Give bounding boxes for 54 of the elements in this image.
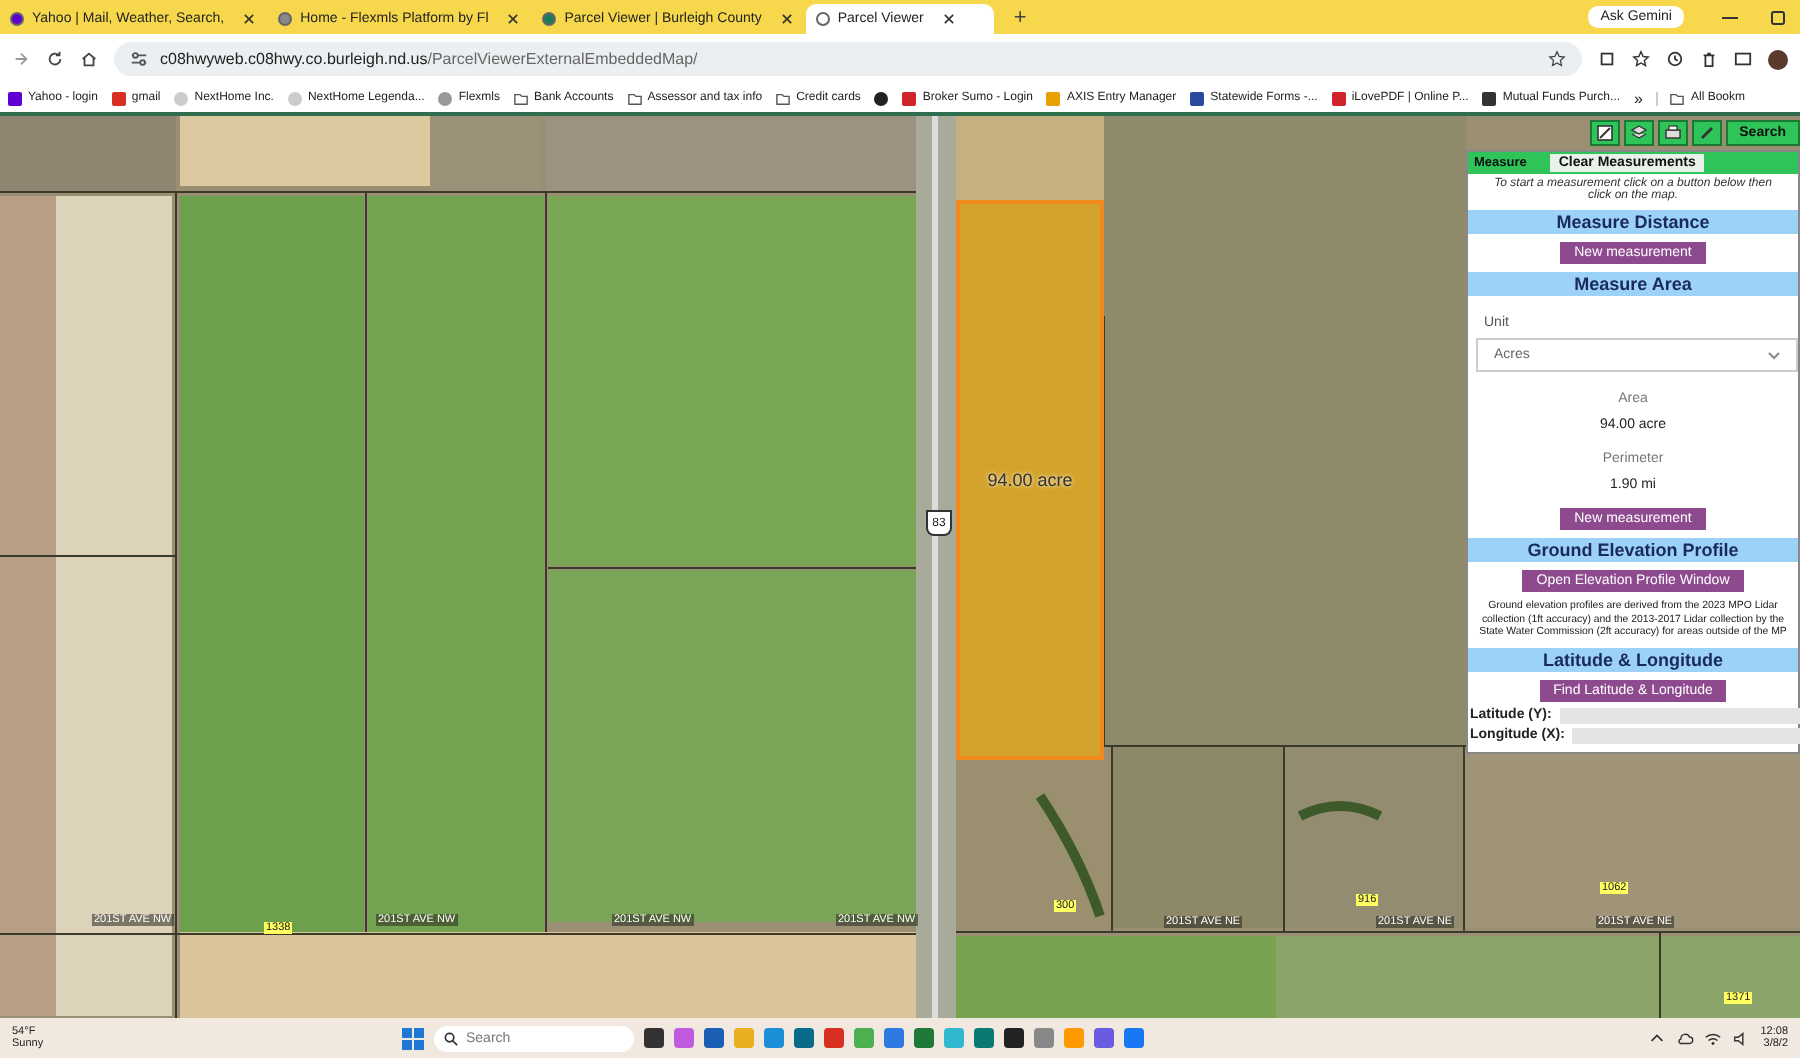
site-icon bbox=[1482, 91, 1497, 105]
star-icon[interactable] bbox=[1548, 50, 1566, 68]
chevron-up-icon[interactable] bbox=[1648, 1029, 1667, 1047]
wifi-icon[interactable] bbox=[1704, 1029, 1723, 1047]
folder-icon bbox=[1670, 91, 1685, 105]
site-icon bbox=[174, 91, 189, 105]
section-heading: Measure Distance bbox=[1468, 210, 1798, 234]
close-icon[interactable] bbox=[781, 14, 792, 24]
site-icon bbox=[1331, 91, 1346, 105]
site-icon bbox=[902, 91, 917, 105]
site-icon bbox=[1046, 91, 1061, 105]
start-icon[interactable] bbox=[402, 1027, 424, 1049]
site-icon bbox=[438, 91, 453, 105]
section-heading: Latitude & Longitude bbox=[1468, 647, 1798, 671]
folder-icon bbox=[776, 91, 791, 105]
close-icon[interactable] bbox=[508, 14, 519, 24]
extensions-icon[interactable] bbox=[1598, 50, 1616, 68]
folder-icon bbox=[627, 91, 642, 105]
site-settings-icon[interactable] bbox=[130, 50, 148, 68]
pencil-icon bbox=[1697, 124, 1716, 142]
avatar-icon[interactable] bbox=[1768, 49, 1788, 69]
measure-tool-button[interactable] bbox=[1589, 120, 1620, 146]
more-bookmarks-button[interactable]: » bbox=[1634, 89, 1643, 107]
site-icon bbox=[278, 12, 293, 26]
bookmarks-icon[interactable] bbox=[1632, 50, 1650, 68]
layers-icon bbox=[1629, 124, 1648, 142]
print-tool-button[interactable] bbox=[1657, 120, 1688, 146]
url-text: c08hwyweb.c08hwy.co.burleigh.nd.us/ParcelViewerExternalEmbeddedMap/ bbox=[160, 50, 698, 68]
reload-icon[interactable] bbox=[46, 50, 64, 68]
folder-icon bbox=[514, 91, 528, 105]
ruler-icon bbox=[1595, 124, 1614, 142]
site-icon bbox=[1190, 91, 1205, 105]
screen-icon[interactable] bbox=[1734, 50, 1752, 68]
site-icon bbox=[111, 91, 126, 105]
close-icon[interactable] bbox=[943, 14, 954, 24]
site-icon bbox=[8, 91, 22, 105]
address-bar[interactable]: c08hwyweb.c08hwy.co.burleigh.nd.us/ParcelViewerExternalEmbeddedMap/ bbox=[114, 42, 1582, 76]
new-tab-button[interactable]: + bbox=[997, 5, 1043, 29]
site-icon bbox=[815, 12, 830, 26]
chevron-down-icon bbox=[1768, 351, 1780, 359]
close-icon[interactable] bbox=[244, 14, 255, 24]
site-icon bbox=[10, 12, 24, 26]
home-icon[interactable] bbox=[80, 50, 98, 68]
site-icon bbox=[287, 91, 302, 105]
cloud-icon[interactable] bbox=[1676, 1029, 1695, 1047]
parcel-area-label: 94.00 acre bbox=[987, 470, 1073, 490]
printer-icon bbox=[1663, 124, 1682, 142]
layers-tool-button[interactable] bbox=[1623, 120, 1654, 146]
forward-icon[interactable] bbox=[12, 50, 30, 68]
trash-icon[interactable] bbox=[1700, 50, 1718, 68]
history-icon[interactable] bbox=[1666, 50, 1684, 68]
section-heading: Measure Area bbox=[1468, 272, 1798, 296]
section-heading: Ground Elevation Profile bbox=[1468, 538, 1798, 562]
draw-tool-button[interactable] bbox=[1691, 120, 1722, 146]
